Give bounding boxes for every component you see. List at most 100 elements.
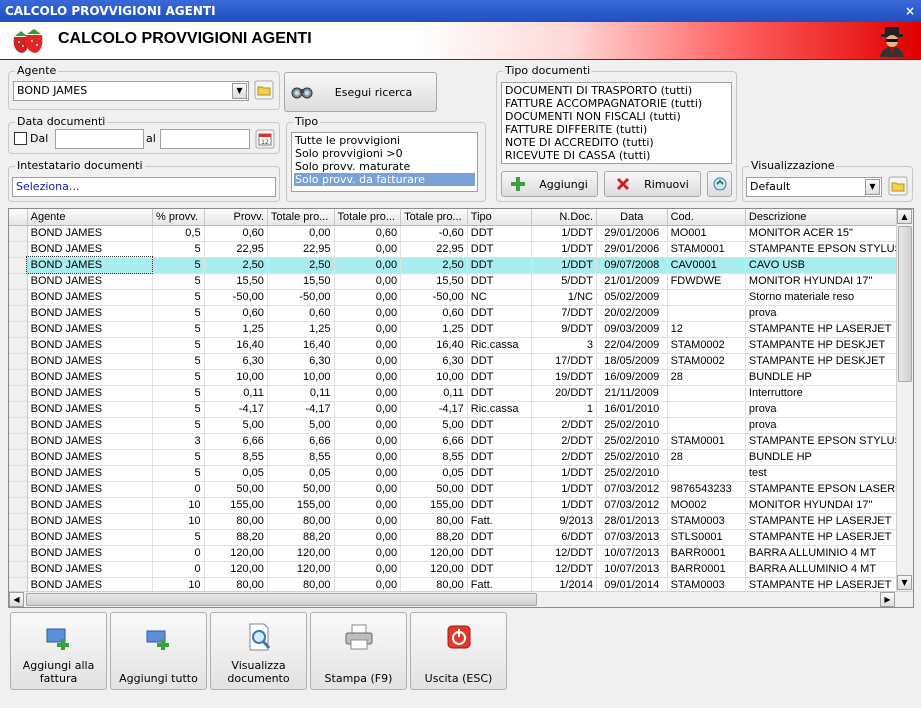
tipo-documenti-list[interactable]: DOCUMENTI DI TRASPORTO (tutti) FATTURE A… xyxy=(501,82,732,164)
row-indicator[interactable] xyxy=(9,289,28,306)
table-cell[interactable]: 22,95 xyxy=(204,241,268,258)
table-cell[interactable]: BOND JAMES xyxy=(27,481,153,498)
table-cell[interactable]: 19/DDT xyxy=(531,369,597,386)
table-cell[interactable]: 0,00 xyxy=(334,545,402,562)
table-cell[interactable]: 1,25 xyxy=(400,321,468,338)
column-header[interactable]: Cod. xyxy=(667,209,746,226)
date-to-input[interactable] xyxy=(160,129,250,149)
table-cell[interactable]: BARRA ALLUMINIO 4 MT xyxy=(745,561,907,578)
column-header[interactable]: Agente xyxy=(27,209,153,226)
view-document-button[interactable]: Visualizza documento xyxy=(210,612,307,690)
row-indicator[interactable] xyxy=(9,273,28,290)
table-cell[interactable]: 28 xyxy=(667,449,746,466)
row-indicator[interactable] xyxy=(9,225,28,242)
table-cell[interactable]: 5 xyxy=(152,321,205,338)
table-cell[interactable]: STAMPANTE HP LASERJET xyxy=(745,529,907,546)
table-cell[interactable]: 0,11 xyxy=(204,385,268,402)
table-cell[interactable]: MONITOR HYUNDAI 17" xyxy=(745,273,907,290)
folder-icon[interactable] xyxy=(888,176,908,196)
table-cell[interactable]: 120,00 xyxy=(267,545,335,562)
table-cell[interactable]: 22,95 xyxy=(400,241,468,258)
table-cell[interactable]: 2,50 xyxy=(204,257,268,274)
table-cell[interactable]: DDT xyxy=(467,545,533,562)
column-header[interactable]: Totale pro... xyxy=(400,209,468,226)
table-row[interactable]: BOND JAMES 5 -4,17 -4,17 0,00 -4,17 Ric.cassa 1… xyxy=(9,401,913,418)
table-cell[interactable]: DDT xyxy=(467,321,533,338)
row-indicator[interactable] xyxy=(9,321,28,338)
table-cell[interactable]: 0,05 xyxy=(400,465,468,482)
table-cell[interactable]: 1/DDT xyxy=(531,257,597,274)
column-header[interactable]: % provv. xyxy=(152,209,205,226)
table-cell[interactable]: 0,11 xyxy=(400,385,468,402)
table-cell[interactable]: STAMPANTE HP LASERJET xyxy=(745,321,907,338)
table-cell[interactable]: DDT xyxy=(467,465,533,482)
table-cell[interactable]: 10 xyxy=(152,497,205,514)
chevron-down-icon[interactable]: ▼ xyxy=(232,83,247,99)
table-cell[interactable]: 20/DDT xyxy=(531,385,597,402)
table-cell[interactable]: 5,00 xyxy=(400,417,468,434)
table-cell[interactable]: 0,00 xyxy=(267,225,335,242)
table-cell[interactable]: 9/2013 xyxy=(531,513,597,530)
exit-button[interactable]: Uscita (ESC) xyxy=(410,612,507,690)
table-cell[interactable]: 29/01/2006 xyxy=(596,241,668,258)
table-cell[interactable]: 0,00 xyxy=(334,273,402,290)
table-cell[interactable]: 155,00 xyxy=(204,497,268,514)
table-cell[interactable] xyxy=(667,465,746,482)
table-cell[interactable]: 5 xyxy=(152,449,205,466)
table-cell[interactable]: 5 xyxy=(152,465,205,482)
table-cell[interactable]: BOND JAMES xyxy=(27,369,153,386)
table-cell[interactable]: NC xyxy=(467,289,533,306)
table-cell[interactable]: 6,30 xyxy=(400,353,468,370)
table-row[interactable]: BOND JAMES 5 10,00 10,00 0,00 10,00 DDT 19/DDT 1… xyxy=(9,369,913,386)
table-cell[interactable]: 7/DDT xyxy=(531,305,597,322)
table-cell[interactable]: 50,00 xyxy=(400,481,468,498)
column-header[interactable]: Data xyxy=(596,209,668,226)
row-indicator[interactable] xyxy=(9,545,28,562)
row-indicator[interactable] xyxy=(9,481,28,498)
table-cell[interactable]: DDT xyxy=(467,417,533,434)
table-cell[interactable] xyxy=(667,289,746,306)
calendar-icon[interactable]: 12 xyxy=(255,129,275,149)
table-cell[interactable]: DDT xyxy=(467,241,533,258)
table-cell[interactable]: 2,50 xyxy=(267,257,335,274)
table-cell[interactable]: 29/01/2006 xyxy=(596,225,668,242)
table-cell[interactable]: 5/DDT xyxy=(531,273,597,290)
row-indicator[interactable] xyxy=(9,465,28,482)
table-cell[interactable]: 0 xyxy=(152,561,205,578)
table-cell[interactable]: 8,55 xyxy=(204,449,268,466)
table-cell[interactable]: -4,17 xyxy=(400,401,468,418)
column-header[interactable]: Provv. xyxy=(204,209,268,226)
table-cell[interactable]: -4,17 xyxy=(204,401,268,418)
table-cell[interactable]: 09/07/2008 xyxy=(596,257,668,274)
table-cell[interactable]: 6,30 xyxy=(267,353,335,370)
table-cell[interactable]: BOND JAMES xyxy=(27,337,153,354)
table-cell[interactable]: BOND JAMES xyxy=(27,449,153,466)
table-cell[interactable]: DDT xyxy=(467,561,533,578)
table-cell[interactable]: 1,25 xyxy=(204,321,268,338)
table-cell[interactable]: BUNDLE HP xyxy=(745,449,907,466)
table-cell[interactable]: 3 xyxy=(152,433,205,450)
table-cell[interactable]: CAVO USB xyxy=(745,257,907,274)
table-cell[interactable]: -50,00 xyxy=(204,289,268,306)
tipo-documenti-item[interactable]: DOCUMENTI DI TRASPORTO (tutti) xyxy=(504,84,729,97)
table-cell[interactable]: -4,17 xyxy=(267,401,335,418)
table-cell[interactable]: BOND JAMES xyxy=(27,225,153,242)
table-row[interactable]: BOND JAMES 0 120,00 120,00 0,00 120,00 DDT 12/D… xyxy=(9,545,913,562)
table-row[interactable]: BOND JAMES 10 155,00 155,00 0,00 155,00 DDT 1/D… xyxy=(9,497,913,514)
table-row[interactable]: BOND JAMES 5 -50,00 -50,00 0,00 -50,00 NC 1/NC 0… xyxy=(9,289,913,306)
row-indicator[interactable] xyxy=(9,369,28,386)
table-cell[interactable]: DDT xyxy=(467,369,533,386)
table-cell[interactable]: 0,00 xyxy=(334,433,402,450)
table-cell[interactable]: DDT xyxy=(467,385,533,402)
row-indicator[interactable] xyxy=(9,417,28,434)
table-cell[interactable] xyxy=(667,417,746,434)
chevron-down-icon[interactable]: ▼ xyxy=(865,179,880,195)
table-cell[interactable]: BOND JAMES xyxy=(26,256,154,274)
table-cell[interactable]: MO002 xyxy=(667,497,746,514)
table-row[interactable]: BOND JAMES 5 6,30 6,30 0,00 6,30 DDT 17/DDT 18/0… xyxy=(9,353,913,370)
tipo-list[interactable]: Tutte le provvigioni Solo provvigioni >0… xyxy=(291,132,478,192)
table-cell[interactable]: 07/03/2012 xyxy=(596,481,668,498)
table-cell[interactable]: 5 xyxy=(152,289,205,306)
table-cell[interactable]: 2/DDT xyxy=(531,433,597,450)
folder-icon[interactable] xyxy=(254,80,274,100)
